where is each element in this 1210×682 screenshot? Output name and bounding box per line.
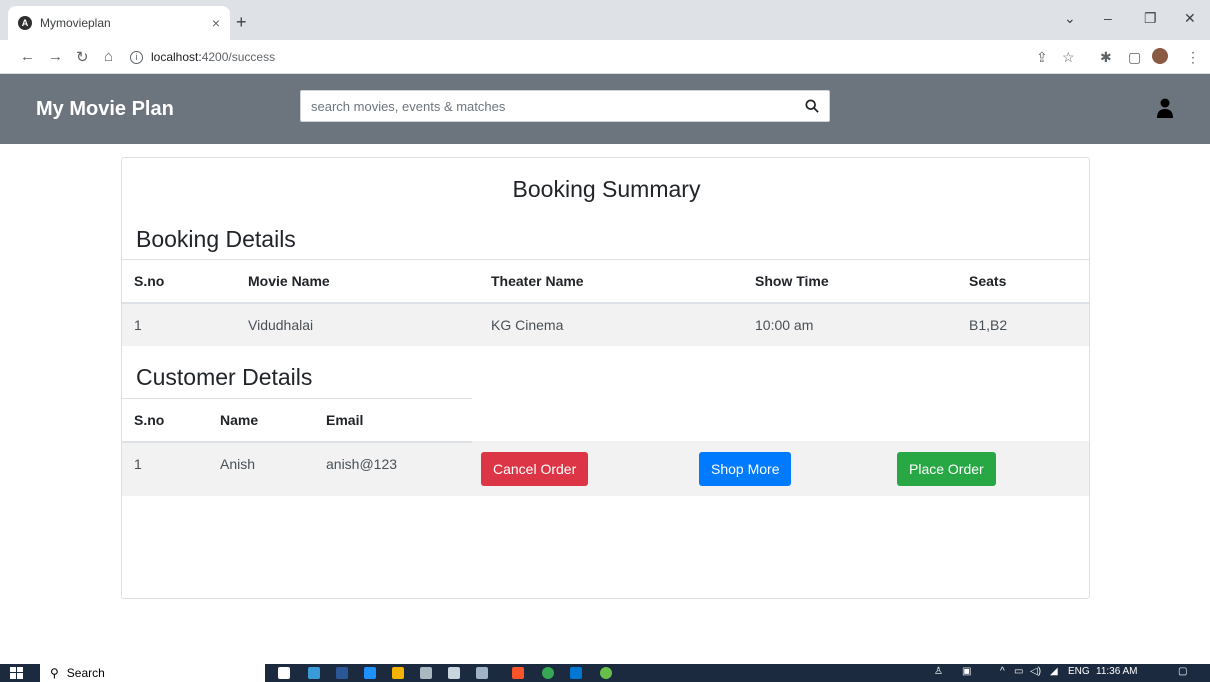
browser-menu-icon[interactable]: ⋮ — [1186, 49, 1200, 66]
clock[interactable]: 11:36 AM — [1096, 666, 1138, 677]
cell-sno: 1 — [134, 316, 142, 333]
task-view-icon[interactable] — [278, 667, 290, 679]
col-name: Name — [208, 398, 314, 443]
booking-header-row: S.no Movie Name Theater Name Show Time S… — [122, 259, 1089, 304]
new-tab-button[interactable]: + — [236, 12, 247, 33]
sticky-notes-icon[interactable] — [392, 667, 404, 679]
extensions-icon[interactable]: ✱ — [1100, 49, 1112, 66]
edge-icon[interactable] — [364, 667, 376, 679]
customer-table: S.no Name Email 1 Anish anish@123 — [122, 398, 472, 485]
app-navbar: My Movie Plan — [0, 74, 1210, 144]
language-indicator[interactable]: ENG — [1068, 666, 1090, 677]
profile-avatar[interactable] — [1152, 48, 1168, 64]
battery-icon[interactable]: ▭ — [1014, 666, 1023, 677]
taskbar-search[interactable]: ⚲ Search — [40, 664, 265, 682]
cancel-order-button[interactable]: Cancel Order — [481, 452, 589, 486]
tab-close-icon[interactable]: × — [212, 15, 220, 31]
brave-icon[interactable] — [512, 667, 524, 679]
file-explorer-icon[interactable] — [308, 667, 320, 679]
people-icon[interactable]: ♙ — [934, 666, 943, 677]
place-order-button[interactable]: Place Order — [897, 452, 996, 486]
booking-summary-card: Booking Summary Booking Details S.no Mov… — [121, 157, 1090, 599]
cell-name: Anish — [220, 455, 256, 472]
vscode-icon[interactable] — [570, 667, 582, 679]
col-theater-name: Theater Name — [479, 259, 743, 304]
user-icon[interactable] — [1157, 98, 1173, 118]
table-row: 1 Anish anish@123 — [122, 442, 472, 485]
shop-more-button[interactable]: Shop More — [699, 452, 792, 486]
search-icon[interactable] — [805, 99, 819, 113]
page-title: Booking Summary — [512, 176, 701, 202]
angular-favicon-icon: A — [18, 16, 32, 30]
booking-table: S.no Movie Name Theater Name Show Time S… — [122, 259, 1089, 346]
snipping-tool-icon[interactable] — [420, 667, 432, 679]
calculator-icon[interactable] — [476, 667, 488, 679]
notifications-icon[interactable]: ▢ — [1178, 666, 1187, 677]
tab-title: Mymovieplan — [40, 16, 111, 30]
reload-icon[interactable]: ↻ — [76, 48, 89, 66]
side-panel-icon[interactable]: ▢ — [1128, 49, 1141, 66]
back-arrow-icon[interactable]: ← — [20, 48, 35, 65]
cell-show-time: 10:00 am — [755, 316, 814, 333]
windows-start-icon[interactable] — [10, 667, 23, 679]
col-movie-name: Movie Name — [236, 259, 479, 304]
customer-header-row: S.no Name Email — [122, 398, 472, 443]
table-row: 1 Vidudhalai KG Cinema 10:00 am B1,B2 — [122, 302, 1089, 346]
spring-tool-icon[interactable] — [600, 667, 612, 679]
notepad-icon[interactable] — [448, 667, 460, 679]
share-icon[interactable]: ⇪ — [1036, 49, 1048, 66]
col-seats: Seats — [957, 259, 1089, 304]
site-info-icon[interactable]: i — [130, 50, 143, 64]
url-path: 4200/success — [201, 50, 276, 64]
col-show-time: Show Time — [743, 259, 957, 304]
forward-arrow-icon[interactable]: → — [48, 48, 63, 65]
customer-details-heading: Customer Details — [136, 364, 313, 390]
chrome-icon[interactable] — [542, 667, 554, 679]
action-center-tile-icon[interactable]: ▣ — [962, 666, 971, 677]
restore-button[interactable]: ❐ — [1144, 10, 1157, 27]
browser-tab[interactable]: A Mymovieplan × — [8, 6, 230, 40]
address-bar[interactable]: i localhost: 4200/success — [130, 45, 1030, 69]
home-icon[interactable]: ⌂ — [104, 48, 113, 65]
cell-movie-name: Vidudhalai — [248, 316, 314, 333]
close-window-button[interactable]: ✕ — [1184, 10, 1196, 27]
wifi-icon[interactable]: ◢ — [1050, 666, 1058, 677]
tray-arrow-icon[interactable]: ^ — [1000, 666, 1005, 677]
cell-theater-name: KG Cinema — [491, 316, 564, 333]
volume-icon[interactable]: ◁) — [1030, 666, 1041, 677]
col-sno: S.no — [122, 259, 236, 304]
tab-search-icon[interactable]: ⌄ — [1064, 10, 1076, 27]
cell-email: anish@123 — [326, 455, 398, 472]
minimize-button[interactable]: – — [1104, 10, 1112, 26]
browser-tab-bar: A Mymovieplan × + ⌄ – ❐ ✕ — [0, 0, 1210, 40]
brand-logo-text[interactable]: My Movie Plan — [36, 98, 174, 121]
bookmark-star-icon[interactable]: ☆ — [1062, 49, 1075, 66]
search-input[interactable] — [311, 98, 805, 114]
col-email: Email — [314, 398, 472, 443]
taskbar-search-label: Search — [66, 666, 105, 680]
booking-details-heading: Booking Details — [136, 226, 296, 252]
search-box — [300, 90, 830, 122]
windows-taskbar: ⚲ Search ♙ ▣ ^ ▭ ◁) ◢ ENG 11:36 AM ▢ — [0, 664, 1210, 682]
browser-toolbar: ← → ↻ ⌂ i localhost: 4200/success ⇪ ☆ ✱ ▢… — [0, 40, 1210, 74]
url-host: localhost: — [151, 50, 202, 64]
col-sno: S.no — [122, 398, 208, 443]
search-icon: ⚲ — [50, 666, 59, 680]
word-icon[interactable] — [336, 667, 348, 679]
cell-sno: 1 — [134, 455, 142, 472]
cell-seats: B1,B2 — [969, 316, 1008, 333]
